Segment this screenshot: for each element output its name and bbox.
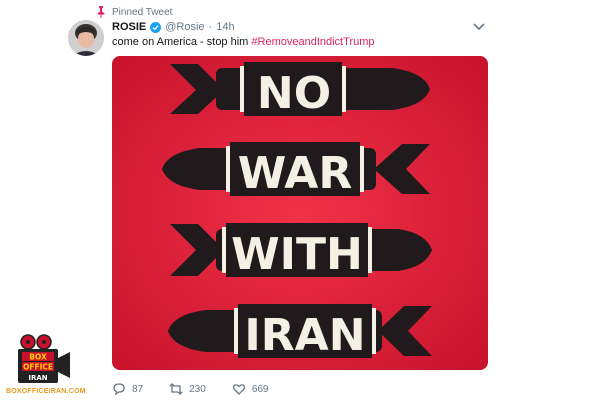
watermark-url: BOXOFFICEIRAN.COM — [6, 388, 86, 395]
heart-icon — [232, 384, 245, 395]
separator-dot: · — [208, 21, 213, 33]
watermark-line-1: BOX — [29, 353, 47, 362]
avatar-image — [68, 20, 104, 56]
watermark-line-2: OFFICE — [23, 363, 53, 372]
verified-badge-icon — [150, 21, 162, 33]
chevron-down-icon[interactable] — [472, 22, 486, 32]
tweet-actions: 87 230 669 — [112, 381, 295, 397]
retweet-icon — [169, 383, 183, 395]
like-count: 669 — [251, 383, 269, 395]
pin-icon — [97, 6, 105, 18]
reply-action[interactable]: 87 — [112, 382, 143, 396]
tweet-text: come on America - stop him #RemoveandInd… — [112, 36, 375, 48]
poster-word-war: WAR — [238, 148, 353, 199]
tweet-media-image[interactable]: NO WAR WITH IRAN — [112, 56, 488, 370]
pinned-tweet-label: Pinned Tweet — [96, 6, 172, 18]
reply-icon — [113, 383, 125, 396]
hashtag-link[interactable]: #RemoveandIndictTrump — [251, 36, 374, 48]
user-handle[interactable]: @Rosie — [165, 21, 204, 33]
avatar[interactable] — [68, 20, 104, 56]
timestamp[interactable]: 14h — [216, 21, 234, 33]
display-name[interactable]: ROSIE — [112, 21, 146, 33]
reply-count: 87 — [132, 383, 144, 395]
pinned-label-text: Pinned Tweet — [112, 6, 173, 18]
retweet-count: 230 — [189, 383, 206, 395]
tweet-body: come on America - stop him — [112, 36, 252, 48]
poster-word-with: WITH — [231, 229, 363, 280]
like-action[interactable]: 669 — [232, 382, 269, 396]
poster-word-iran: IRAN — [244, 310, 365, 361]
watermark-line-3: IRAN — [28, 374, 47, 382]
poster-graphic: NO WAR WITH IRAN — [112, 56, 488, 370]
poster-word-no: NO — [257, 68, 331, 119]
retweet-action[interactable]: 230 — [169, 382, 206, 396]
watermark-logo: BOX OFFICE IRAN — [18, 334, 70, 383]
tweet-header: ROSIE @Rosie · 14h — [112, 20, 235, 34]
